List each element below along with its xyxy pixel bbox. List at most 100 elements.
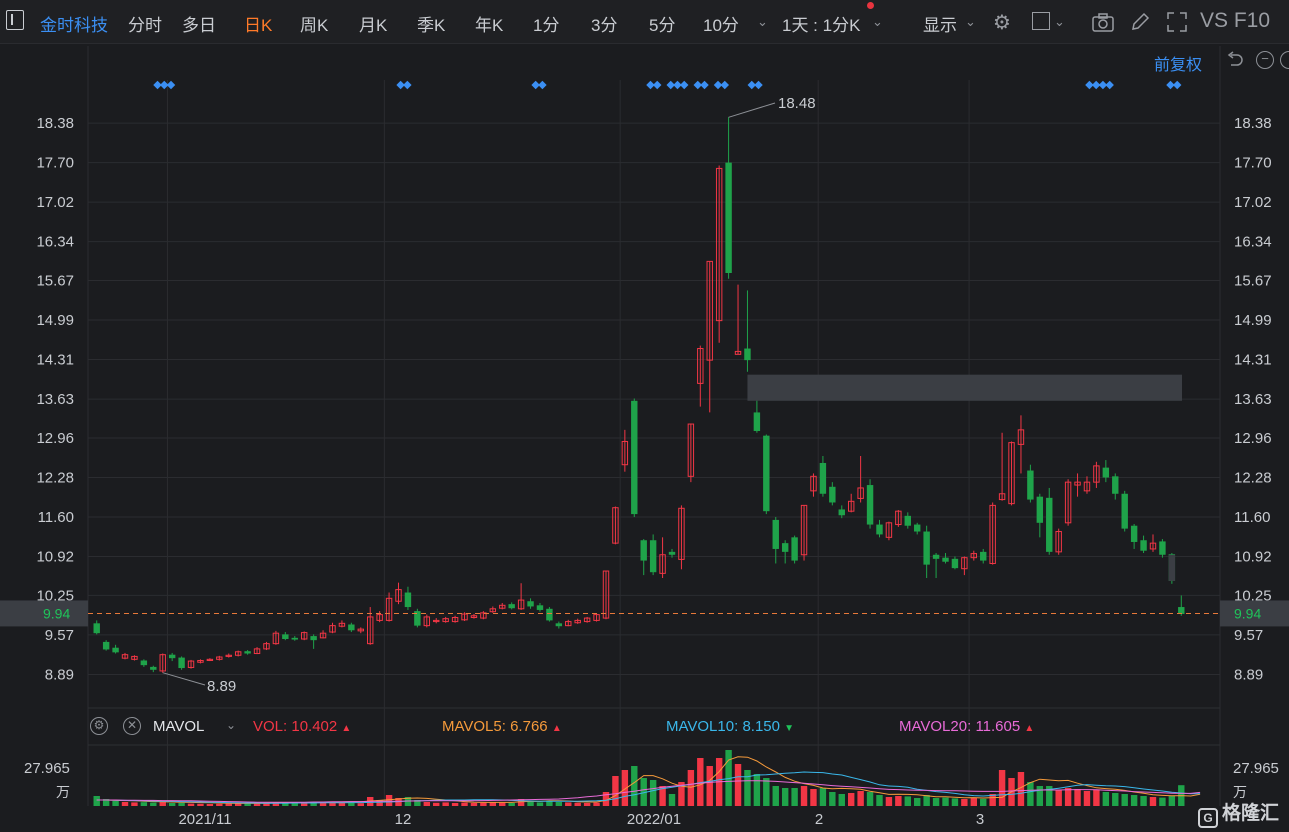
- price-tick-left: 16.34: [36, 234, 74, 251]
- candle-body: [150, 666, 157, 670]
- watermark-text: 格隆汇: [1222, 803, 1280, 824]
- price-tick-left: 14.99: [36, 312, 74, 329]
- candle-body: [244, 651, 251, 654]
- volume-bar: [876, 795, 883, 806]
- indicator-close-icon[interactable]: ✕: [123, 717, 141, 735]
- x-axis-label: 12: [395, 811, 412, 828]
- volume-bar: [385, 795, 393, 806]
- indicator-chevron-icon[interactable]: ⌄: [226, 718, 236, 732]
- volume-bar: [357, 803, 364, 806]
- sidebar-toggle-icon[interactable]: [6, 10, 24, 30]
- vs-f10-button[interactable]: VS F10: [1200, 9, 1270, 33]
- candle-body: [791, 537, 798, 561]
- tab-yearly-k[interactable]: 年K: [475, 11, 503, 36]
- display-menu[interactable]: 显示: [923, 11, 957, 36]
- volume-bar: [112, 801, 119, 806]
- candle-body: [980, 551, 987, 561]
- volume-bar: [489, 802, 497, 806]
- volume-bar: [885, 797, 893, 806]
- candle-body: [829, 486, 836, 503]
- kline-chart[interactable]: 18.38 17.70 17.02 16.34 15.67 14.99 14.31 13.63…: [0, 44, 1289, 832]
- candle-body: [310, 636, 317, 641]
- volume-bar: [131, 802, 138, 806]
- price-tick-right: 11.60: [1234, 509, 1270, 526]
- volume-bar: [829, 792, 836, 806]
- price-axis-right: 18.38 17.70 17.02 16.34 15.67 14.99 14.31 13.63…: [1234, 115, 1272, 683]
- volume-bar: [810, 789, 817, 806]
- candle-body: [102, 641, 110, 650]
- x-axis-label: 2: [815, 811, 823, 828]
- volume-bar: [197, 803, 204, 806]
- candle-body: [649, 540, 657, 573]
- volume-bar: [206, 804, 214, 806]
- volume-bar: [706, 766, 713, 806]
- volume-axis-top: 27.965: [24, 760, 70, 777]
- period-more-chevron-icon[interactable]: ⌄: [757, 14, 768, 30]
- price-tick-left: 9.57: [45, 627, 74, 644]
- volume-bar: [631, 766, 638, 806]
- arrow-up-icon: ▲: [341, 723, 352, 734]
- candle-body: [932, 554, 940, 559]
- tab-quarterly-k[interactable]: 季K: [417, 11, 445, 36]
- tab-fenshi[interactable]: 分时: [128, 11, 162, 36]
- price-tick-right: 15.67: [1234, 273, 1272, 290]
- price-gap-box: [1168, 554, 1176, 581]
- price-tick-left: 12.28: [36, 469, 74, 486]
- tab-daily-k[interactable]: 日K: [244, 11, 272, 36]
- notification-dot: [867, 2, 874, 9]
- layout-chevron-icon[interactable]: ⌄: [1054, 14, 1065, 30]
- volume-bar: [480, 802, 487, 806]
- stock-name[interactable]: 金时科技: [40, 11, 108, 36]
- volume-bar: [1083, 791, 1091, 806]
- event-marker-diamond: [403, 80, 412, 90]
- fullscreen-icon[interactable]: [1166, 11, 1188, 33]
- candle-body: [819, 462, 827, 494]
- mavol5-line: [96, 756, 1201, 804]
- volume-bar: [150, 802, 157, 806]
- volume-bar: [980, 798, 987, 806]
- volume-bar: [1036, 786, 1044, 806]
- volume-bar: [904, 796, 911, 806]
- arrow-up-icon: ▲: [551, 723, 562, 734]
- volume-bar: [668, 794, 676, 806]
- price-tick-right: 14.31: [1234, 352, 1272, 369]
- volume-bar: [574, 802, 581, 806]
- volume-bar: [800, 786, 808, 806]
- display-chevron-icon[interactable]: ⌄: [965, 14, 976, 30]
- tab-duori[interactable]: 多日: [182, 11, 216, 36]
- price-tick-right: 17.02: [1234, 194, 1272, 211]
- volume-bar: [1130, 795, 1138, 806]
- indicator-settings-icon[interactable]: ⚙: [90, 717, 108, 735]
- layout-square-icon[interactable]: [1032, 12, 1050, 30]
- volume-bar: [1064, 788, 1072, 806]
- volume-bar: [423, 802, 431, 806]
- mavol5-label-text: MAVOL5:: [442, 718, 506, 735]
- camera-icon[interactable]: [1092, 12, 1114, 32]
- tab-weekly-k[interactable]: 周K: [300, 11, 328, 36]
- volume-bar: [348, 803, 355, 806]
- settings-gear-icon[interactable]: ⚙: [993, 10, 1011, 35]
- tab-3min[interactable]: 3分: [591, 11, 617, 36]
- volume-bar: [555, 802, 563, 806]
- volume-bar: [866, 792, 874, 806]
- tab-10min[interactable]: 10分: [703, 11, 739, 36]
- candle-body: [527, 601, 534, 607]
- volume-bar: [791, 788, 798, 806]
- volume-bar: [461, 802, 468, 806]
- multi-period-chevron-icon[interactable]: ⌄: [872, 14, 883, 30]
- current-price-right: 9.94: [1234, 605, 1261, 621]
- volume-bar: [649, 780, 657, 806]
- candle-body: [1121, 493, 1128, 529]
- high-price-label: 18.48: [778, 95, 816, 112]
- tab-1min[interactable]: 1分: [533, 11, 559, 36]
- volume-bar: [847, 793, 855, 806]
- draw-pencil-icon[interactable]: [1130, 12, 1150, 32]
- multi-period-select[interactable]: 1天 : 1分K: [782, 11, 860, 36]
- tab-5min[interactable]: 5分: [649, 11, 675, 36]
- candle-body: [866, 485, 874, 525]
- tab-monthly-k[interactable]: 月K: [359, 11, 387, 36]
- price-tick-left: 12.96: [36, 430, 74, 447]
- mavol20-value: 11.605: [975, 718, 1021, 735]
- candle-body: [291, 637, 298, 640]
- indicator-name[interactable]: MAVOL: [153, 718, 204, 735]
